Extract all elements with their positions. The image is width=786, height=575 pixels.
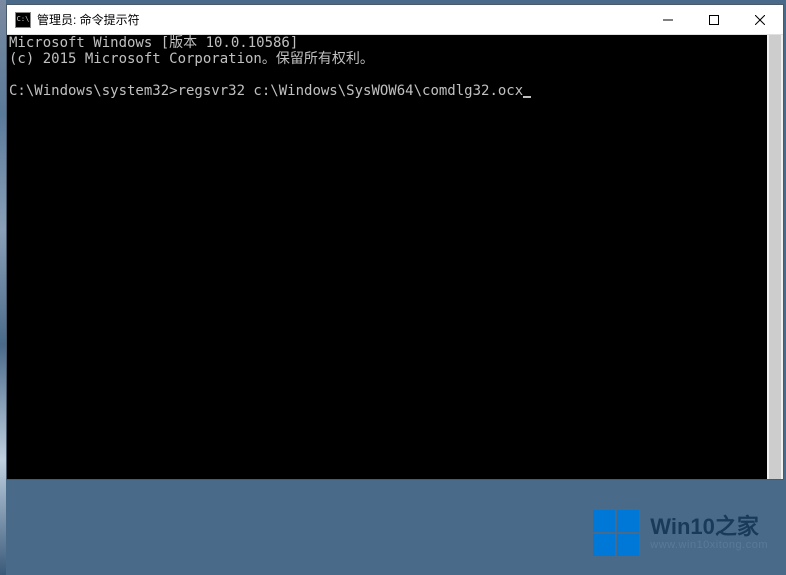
close-icon (755, 15, 765, 25)
watermark-title: Win10之家 (650, 515, 768, 539)
watermark-text: Win10之家 www.win10xitong.com (650, 515, 768, 551)
watermark: Win10之家 www.win10xitong.com (592, 509, 768, 557)
close-button[interactable] (737, 5, 783, 34)
command-prompt-window: C:\ 管理员: 命令提示符 Microsoft Windows [版本 10.… (6, 4, 784, 480)
text-cursor (523, 96, 531, 98)
maximize-icon (709, 15, 719, 25)
watermark-url: www.win10xitong.com (650, 539, 768, 551)
windows-logo-icon (592, 509, 640, 557)
console-command: regsvr32 c:\Windows\SysWOW64\comdlg32.oc… (178, 83, 524, 99)
window-title: 管理员: 命令提示符 (37, 11, 645, 28)
minimize-button[interactable] (645, 5, 691, 34)
titlebar[interactable]: C:\ 管理员: 命令提示符 (7, 5, 783, 35)
cmd-icon-glyph: C:\ (17, 16, 30, 23)
cmd-icon: C:\ (15, 12, 31, 28)
window-controls (645, 5, 783, 34)
console-line-header1: Microsoft Windows [版本 10.0.10586] (9, 35, 298, 51)
console-line-header2: (c) 2015 Microsoft Corporation。保留所有权利。 (9, 51, 374, 67)
console-prompt: C:\Windows\system32> (9, 83, 178, 99)
scrollbar-thumb[interactable] (769, 35, 781, 479)
console-output[interactable]: Microsoft Windows [版本 10.0.10586] (c) 20… (7, 35, 767, 479)
minimize-icon (663, 15, 673, 25)
maximize-button[interactable] (691, 5, 737, 34)
console-wrapper: Microsoft Windows [版本 10.0.10586] (c) 20… (7, 35, 783, 479)
vertical-scrollbar[interactable] (767, 35, 783, 479)
